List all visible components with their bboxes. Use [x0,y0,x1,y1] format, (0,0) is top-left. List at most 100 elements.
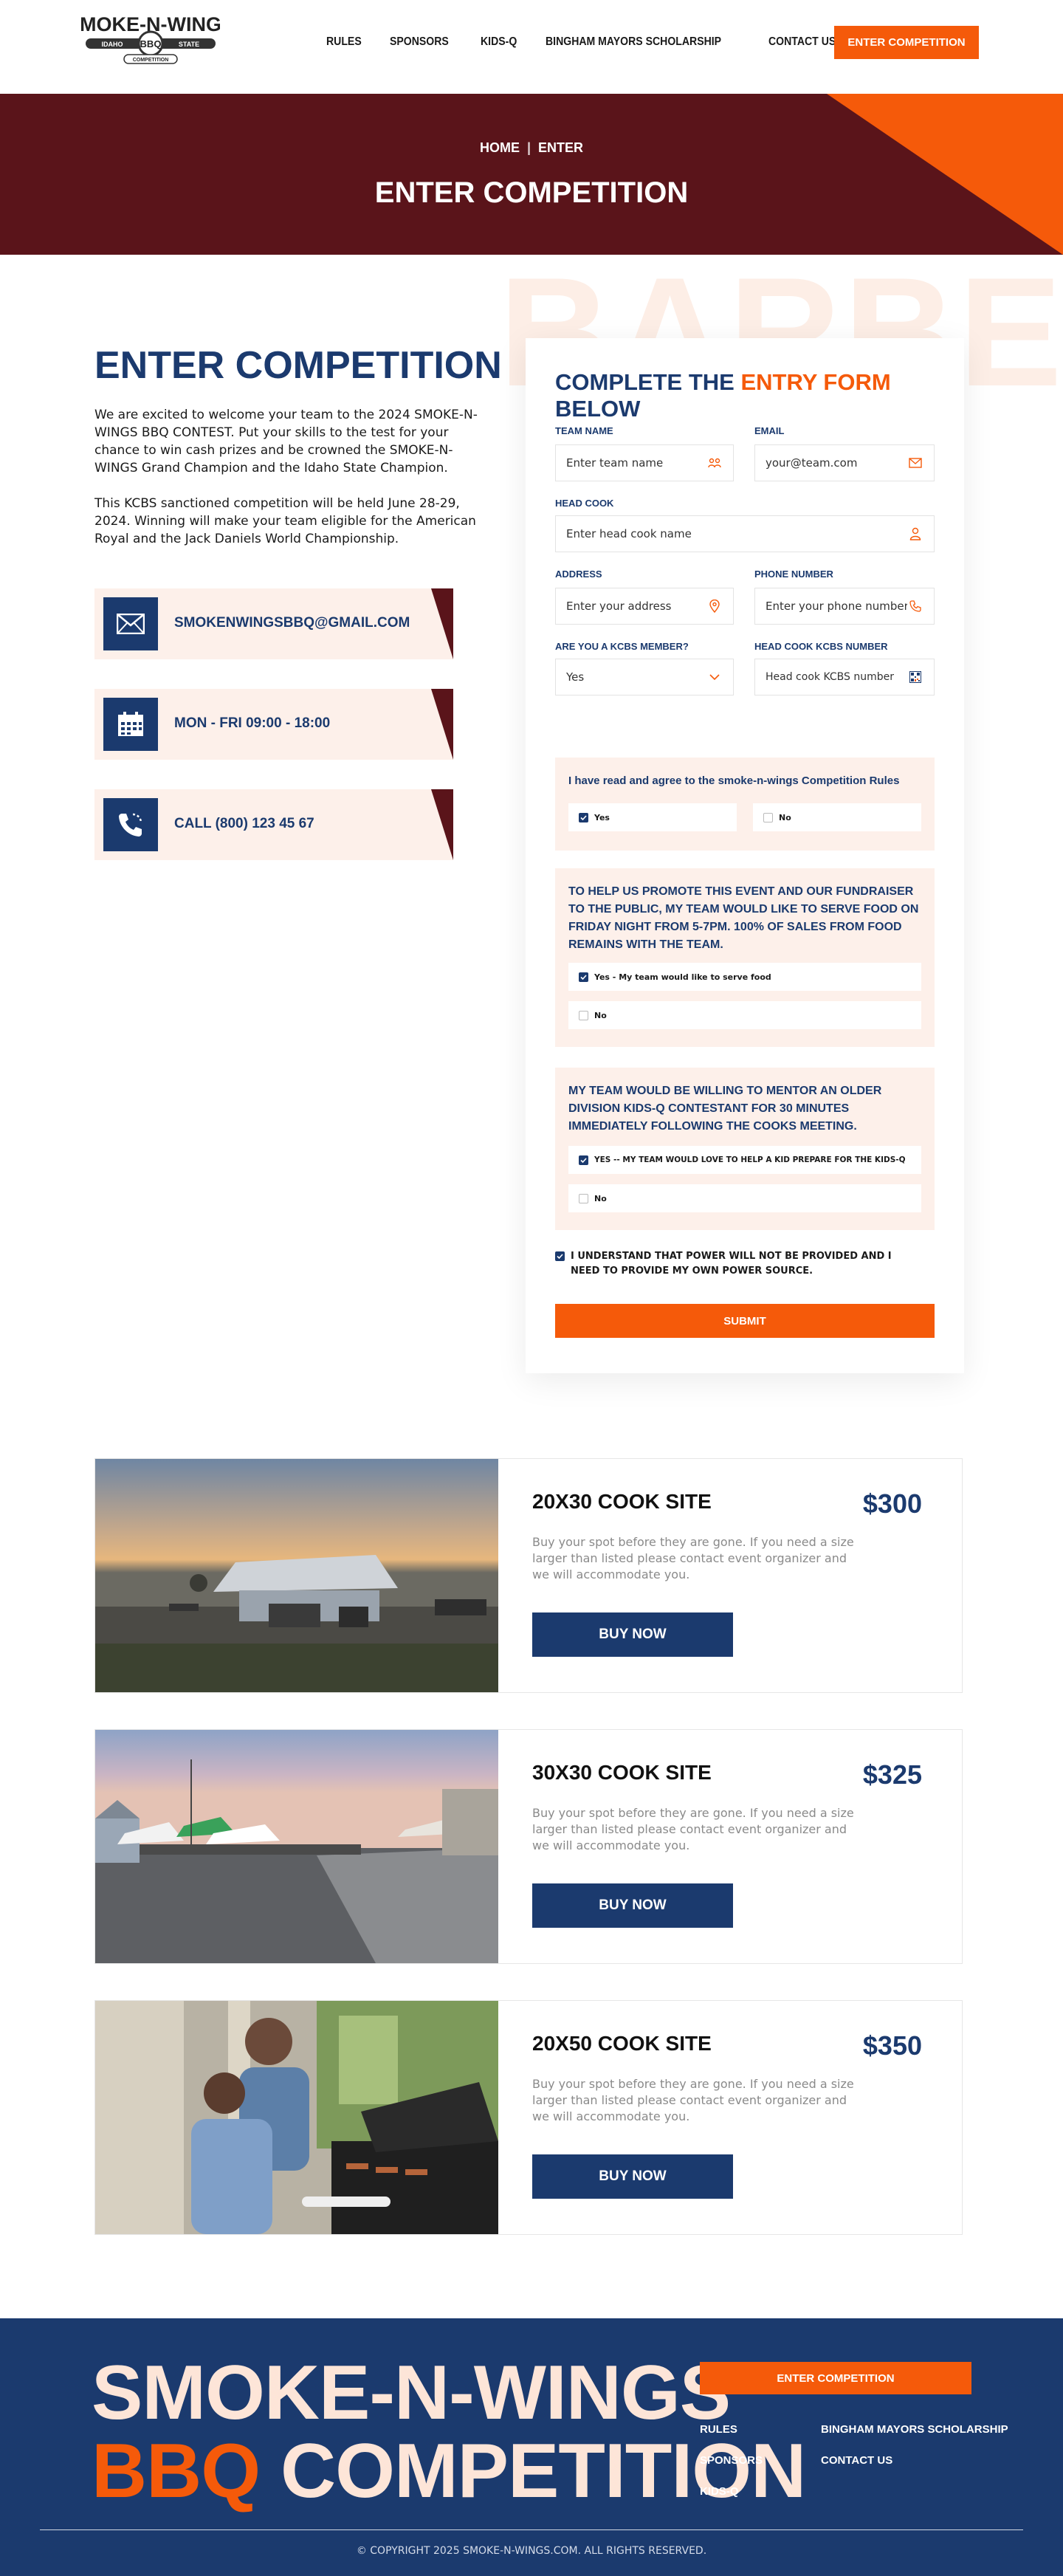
enter-competition-button[interactable]: ENTER COMPETITION [834,26,979,59]
contact-card-email[interactable]: SMOKENWINGSBBQ@GMAIL.COM [94,588,453,659]
nav-contact[interactable]: CONTACT US [768,35,836,49]
page-hero: HOME | ENTER ENTER COMPETITION [0,94,1063,255]
rules-agreement-group: I have read and agree to the smoke-n-win… [555,758,935,851]
product-card: 20X50 COOK SITE $350 Buy your spot befor… [94,2000,963,2235]
phone-field[interactable]: Enter your phone number [754,588,935,625]
product-price: $300 [862,1488,922,1519]
svg-text:STATE: STATE [179,41,199,48]
mentor-question: MY TEAM WOULD BE WILLING TO MENTOR AN OL… [568,1085,882,1133]
buy-now-button[interactable]: BUY NOW [532,1883,733,1928]
card-corner-flag [431,789,453,860]
svg-text:COMPETITION: COMPETITION [133,58,169,63]
rules-no-option[interactable]: No [753,803,921,831]
svg-text:IDAHO: IDAHO [102,41,123,48]
entry-form: COMPLETE THE ENTRY FORM BELOW TEAM NAME … [526,338,964,1373]
checkbox-unchecked[interactable] [579,1193,588,1203]
address-label: ADDRESS [555,569,602,580]
buy-now-button[interactable]: BUY NOW [532,1612,733,1657]
phone-icon [103,798,158,851]
serve-food-no-option[interactable]: No [568,1001,921,1029]
power-acknowledgement[interactable]: I UNDERSTAND THAT POWER WILL NOT BE PROV… [555,1249,902,1279]
kcbs-number-field[interactable]: Head cook KCBS number [754,659,935,695]
checkbox-checked[interactable] [579,1155,588,1165]
breadcrumb-current: ENTER [538,140,584,155]
address-field[interactable]: Enter your address [555,588,734,625]
breadcrumb: HOME | ENTER [0,140,1063,156]
product-description: Buy your spot before they are gone. If y… [532,2077,854,2123]
team-icon [706,455,723,471]
footer-link-kids-q[interactable]: KIDS-Q [700,2485,739,2498]
rules-yes-option[interactable]: Yes [568,803,737,831]
email-label: EMAIL [754,425,785,436]
email-field[interactable]: your@team.com [754,444,935,481]
intro-text: We are excited to welcome your team to t… [94,406,478,566]
serve-food-group: TO HELP US PROMOTE THIS EVENT AND OUR FU… [555,868,935,1047]
copyright: © COPYRIGHT 2025 SMOKE-N-WINGS.COM. ALL … [356,2545,707,2557]
mentor-yes-option[interactable]: YES -- MY TEAM WOULD LOVE TO HELP A KID … [568,1146,921,1174]
power-acknowledgement-text: I UNDERSTAND THAT POWER WILL NOT BE PROV… [571,1251,892,1277]
cook-site-photo [95,2001,498,2234]
product-price: $325 [862,1759,922,1790]
product-description: Buy your spot before they are gone. If y… [532,1535,854,1581]
nav-sponsors[interactable]: SPONSORS [390,35,449,49]
card-corner-flag [431,588,453,659]
footer-link-contact[interactable]: CONTACT US [821,2454,892,2467]
cook-site-photo [95,1730,498,1963]
checkbox-unchecked[interactable] [763,812,773,822]
contact-card-phone[interactable]: CALL (800) 123 45 67 [94,789,453,860]
team-name-label: TEAM NAME [555,425,613,436]
kcbs-member-label: ARE YOU A KCBS MEMBER? [555,641,689,652]
hero-title: ENTER COMPETITION [374,176,689,209]
nav-kids-q[interactable]: KIDS-Q [481,35,517,49]
intro-paragraph-1: We are excited to welcome your team to t… [94,408,478,475]
contact-phone[interactable]: CALL (800) 123 45 67 [174,816,314,832]
footer-link-sponsors[interactable]: SPONSORS [700,2454,763,2467]
checkbox-checked[interactable] [579,812,588,822]
footer-enter-competition-button[interactable]: ENTER COMPETITION [700,2362,971,2394]
serve-food-yes-option[interactable]: Yes - My team would like to serve food [568,963,921,991]
section-title: ENTER COMPETITION [94,344,502,387]
user-icon [907,526,923,542]
serve-food-question: TO HELP US PROMOTE THIS EVENT AND OUR FU… [568,885,919,951]
mentor-no-option[interactable]: No [568,1184,921,1212]
checkbox-checked[interactable] [579,972,588,982]
contact-email[interactable]: SMOKENWINGSBBQ@GMAIL.COM [174,615,410,631]
site-logo[interactable]: SMOKE-N-WINGS BBQ IDAHO STATE COMPETITIO… [66,9,235,69]
product-description: Buy your spot before they are gone. If y… [532,1806,854,1852]
kcbs-member-select[interactable]: Yes [555,659,734,695]
footer-link-scholarship[interactable]: BINGHAM MAYORS SCHOLARSHIP [821,2423,1008,2436]
nav-rules[interactable]: RULES [326,35,362,49]
head-cook-field[interactable]: Enter head cook name [555,515,935,552]
phone-label: PHONE NUMBER [754,569,833,580]
submit-button[interactable]: SUBMIT [555,1304,935,1338]
mail-icon [907,455,923,471]
qr-code-icon [907,669,923,685]
footer-brand: SMOKE-N-WINGS BBQ COMPETITION [92,2350,806,2514]
cook-site-photo [95,1459,498,1692]
product-card: 20X30 COOK SITE $300 Buy your spot befor… [94,1458,963,1693]
form-title: COMPLETE THE ENTRY FORM BELOW [555,369,891,422]
rules-agreement-question: I have read and agree to the smoke-n-win… [568,774,900,787]
product-name: 30X30 COOK SITE [532,1761,712,1784]
product-name: 20X30 COOK SITE [532,1490,712,1513]
footer-link-rules[interactable]: RULES [700,2423,737,2436]
phone-icon [907,598,923,614]
contact-hours: MON - FRI 09:00 - 18:00 [174,715,331,731]
team-name-field[interactable]: Enter team name [555,444,734,481]
kcbs-number-label: HEAD COOK KCBS NUMBER [754,641,888,652]
calendar-icon [103,698,158,751]
breadcrumb-home[interactable]: HOME [480,140,520,155]
site-header: SMOKE-N-WINGS BBQ IDAHO STATE COMPETITIO… [0,0,1063,94]
nav-scholarship[interactable]: BINGHAM MAYORS SCHOLARSHIP [546,35,721,49]
mentor-group: MY TEAM WOULD BE WILLING TO MENTOR AN OL… [555,1068,935,1230]
product-name: 20X50 COOK SITE [532,2032,712,2055]
breadcrumb-separator: | [526,140,532,155]
buy-now-button[interactable]: BUY NOW [532,2154,733,2199]
checkbox-checked[interactable] [555,1251,565,1261]
main-nav: RULES SPONSORS KIDS-Q BINGHAM MAYORS SCH… [326,35,869,49]
checkbox-unchecked[interactable] [579,1010,588,1020]
location-pin-icon [706,598,723,614]
head-cook-label: HEAD COOK [555,498,614,509]
chevron-down-icon [706,669,723,685]
card-corner-flag [431,689,453,760]
